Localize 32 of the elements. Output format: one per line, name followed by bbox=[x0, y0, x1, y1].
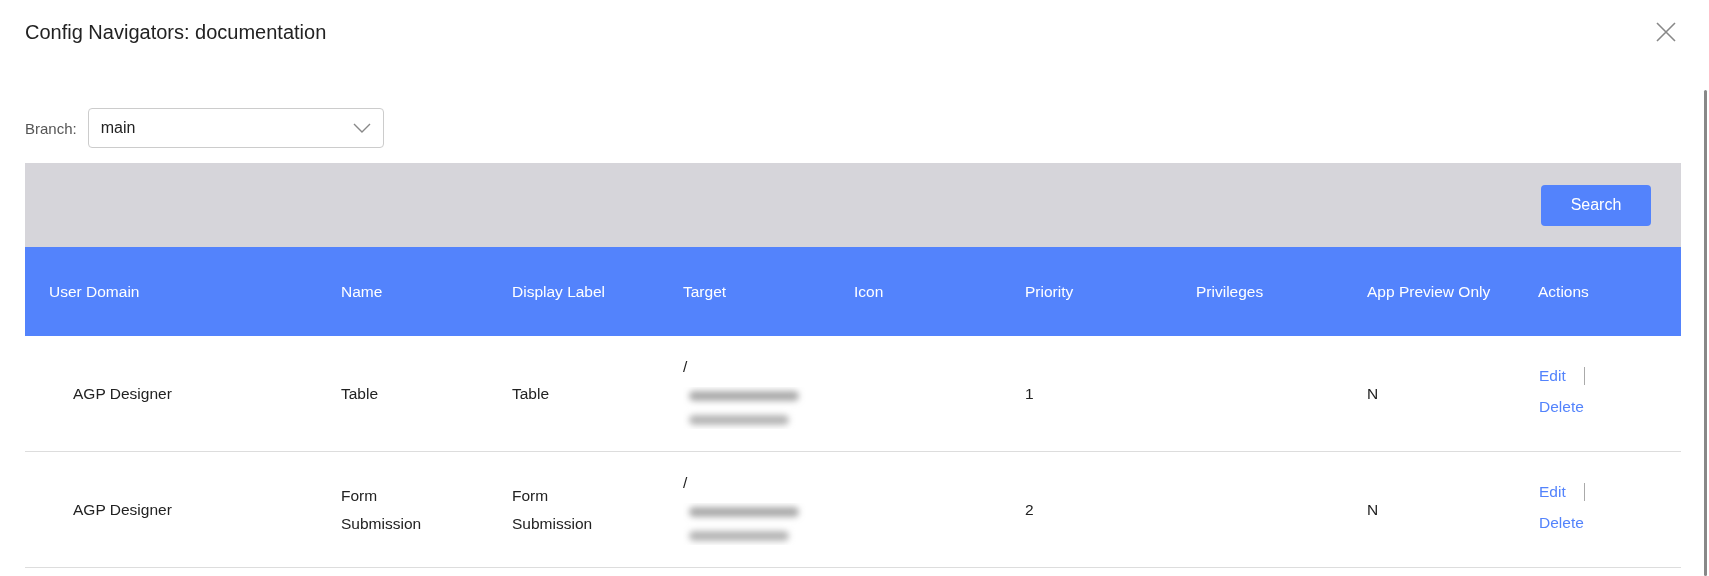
column-header: Priority bbox=[1025, 282, 1074, 300]
delete-link[interactable]: Delete bbox=[1539, 392, 1649, 421]
table-cell-text: 2 bbox=[1025, 499, 1035, 520]
column-header: Target bbox=[683, 282, 727, 300]
dialog-title: Config Navigators: documentation bbox=[25, 20, 327, 44]
search-button[interactable]: Search bbox=[1541, 184, 1651, 226]
scrollbar[interactable] bbox=[1704, 90, 1707, 576]
chevron-down-icon bbox=[352, 123, 371, 133]
column-header: App Preview Only bbox=[1367, 281, 1491, 302]
edit-link[interactable]: Edit bbox=[1539, 482, 1585, 501]
column-header: Actions bbox=[1538, 282, 1589, 300]
column-header: Name bbox=[341, 282, 383, 300]
table-cell-text: AGP Designer bbox=[73, 383, 173, 404]
table-cell-text: Table bbox=[341, 383, 380, 404]
branch-label: Branch: bbox=[25, 119, 77, 137]
delete-link[interactable]: Delete bbox=[1539, 508, 1649, 537]
branch-dropdown[interactable]: main bbox=[87, 108, 384, 148]
table-cell-text: / bbox=[683, 472, 689, 493]
table-cell-text: AGP Designer bbox=[73, 499, 173, 520]
table-cell-text: 1 bbox=[1025, 383, 1035, 404]
table-cell-text: Table bbox=[512, 383, 551, 404]
table-cell-text: Form Submission bbox=[341, 485, 423, 534]
column-header: User Domain bbox=[49, 282, 140, 300]
column-header: Icon bbox=[854, 282, 884, 300]
column-header: Privileges bbox=[1196, 282, 1264, 300]
table-cell-text: Form Submission bbox=[512, 485, 594, 534]
table-cell-text: N bbox=[1367, 383, 1380, 404]
edit-link[interactable]: Edit bbox=[1539, 366, 1585, 385]
close-icon[interactable] bbox=[1656, 22, 1676, 42]
table-cell-text: / bbox=[683, 356, 689, 377]
table-cell-text: N bbox=[1367, 499, 1380, 520]
column-header: Display Label bbox=[512, 282, 606, 300]
